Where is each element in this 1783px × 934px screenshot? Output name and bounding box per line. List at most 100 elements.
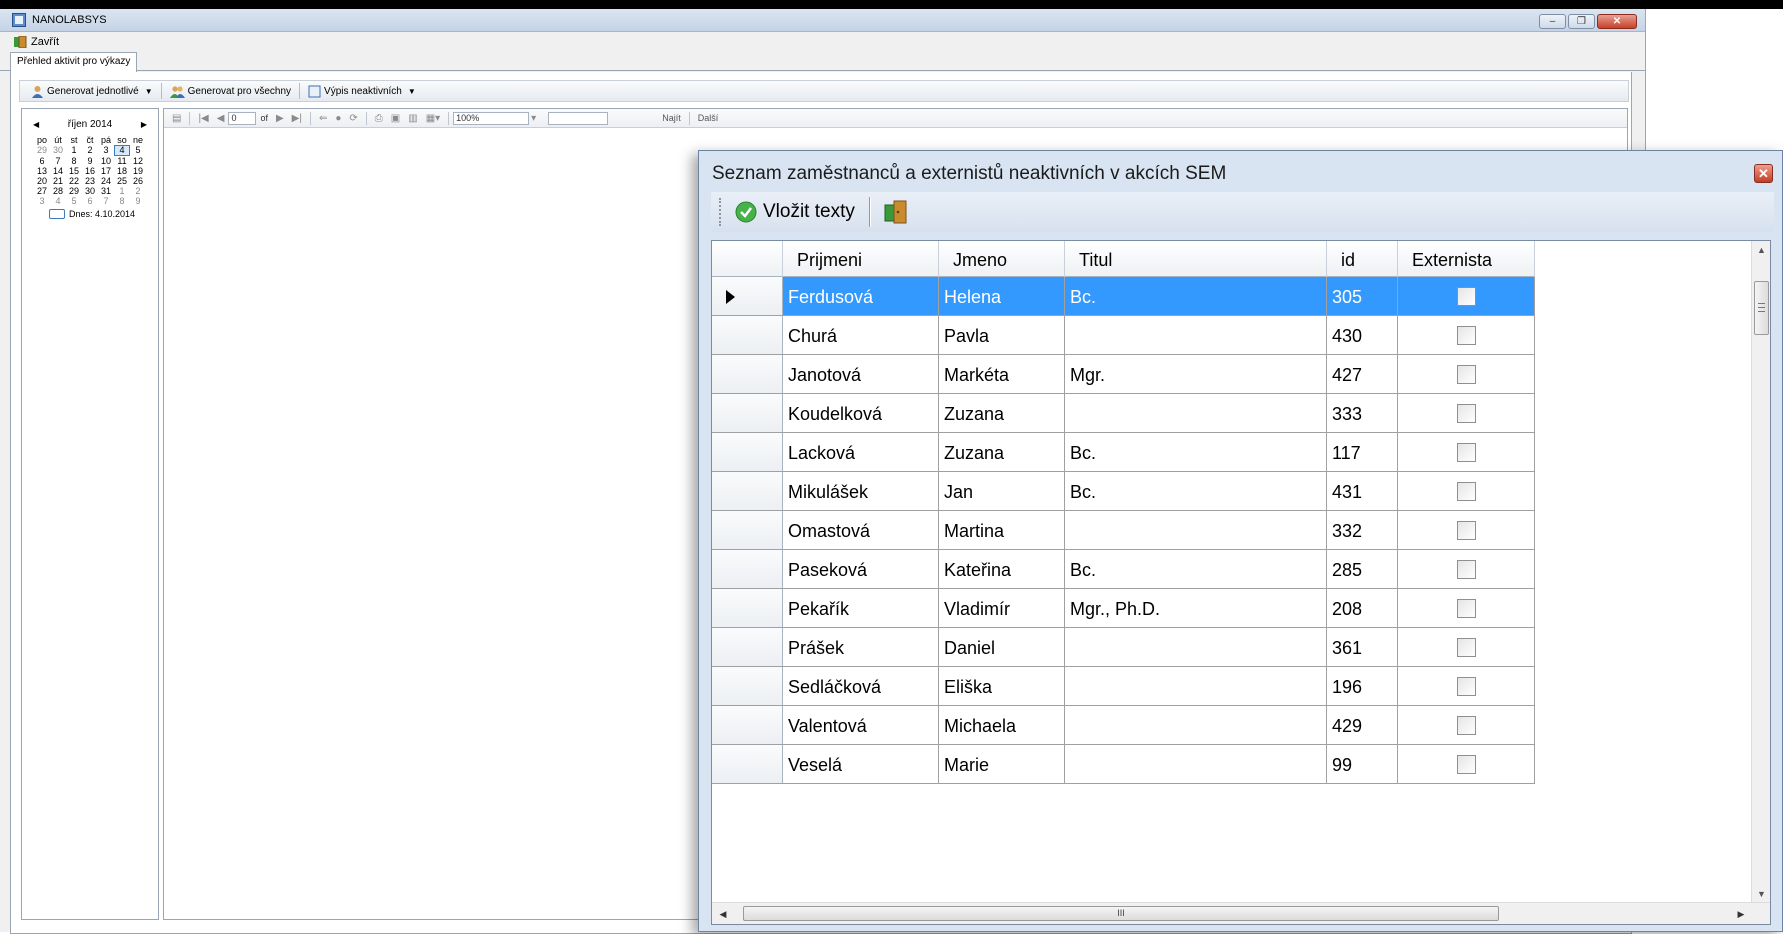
externista-checkbox[interactable]: [1456, 286, 1476, 306]
calendar-day[interactable]: 21: [50, 176, 66, 186]
externista-checkbox[interactable]: [1456, 559, 1476, 579]
calendar-day[interactable]: 14: [50, 166, 66, 176]
calendar-day[interactable]: 10: [98, 156, 114, 166]
page-number-input[interactable]: 0: [228, 111, 257, 125]
prev-page-icon[interactable]: ◀: [213, 113, 229, 124]
generate-all-button[interactable]: Generovat pro všechny: [165, 81, 296, 101]
externista-checkbox[interactable]: [1456, 481, 1476, 501]
cell-titul[interactable]: [1065, 628, 1327, 666]
calendar-day[interactable]: 17: [98, 166, 114, 176]
table-row[interactable]: Churá Pavla 430: [712, 316, 1535, 355]
calendar-day[interactable]: 8: [114, 196, 130, 206]
cell-id[interactable]: 427: [1327, 355, 1398, 393]
cell-id[interactable]: 431: [1327, 472, 1398, 510]
last-page-icon[interactable]: ▶|: [288, 113, 306, 124]
table-row[interactable]: Paseková Kateřina Bc. 285: [712, 550, 1535, 589]
back-icon[interactable]: ⇐: [315, 113, 331, 124]
row-header[interactable]: [712, 316, 783, 354]
column-header-prijmeni[interactable]: Prijmeni: [783, 241, 939, 277]
cell-jmeno[interactable]: Pavla: [939, 316, 1065, 354]
toolbar-grip[interactable]: [719, 198, 723, 226]
externista-checkbox[interactable]: [1456, 364, 1476, 384]
next-month-icon[interactable]: ▶: [141, 120, 147, 129]
cell-prijmeni[interactable]: Paseková: [783, 550, 939, 588]
calendar-day[interactable]: 9: [82, 156, 98, 166]
calendar-day[interactable]: 3: [98, 145, 114, 155]
restore-button[interactable]: ❐: [1568, 14, 1595, 29]
table-row[interactable]: Omastová Martina 332: [712, 511, 1535, 550]
row-header[interactable]: [712, 433, 783, 471]
calendar-day[interactable]: 26: [130, 176, 146, 186]
row-header[interactable]: [712, 745, 783, 783]
calendar-day[interactable]: 5: [66, 196, 82, 206]
row-header[interactable]: [712, 472, 783, 510]
cell-jmeno[interactable]: Daniel: [939, 628, 1065, 666]
cell-titul[interactable]: Bc.: [1065, 433, 1327, 471]
externista-checkbox[interactable]: [1456, 598, 1476, 618]
column-header-jmeno[interactable]: Jmeno: [939, 241, 1065, 277]
tab-activity-overview[interactable]: Přehled aktivit pro výkazy: [10, 52, 138, 72]
print-icon[interactable]: ⎙: [371, 113, 387, 124]
cell-titul[interactable]: Bc.: [1065, 472, 1327, 510]
calendar-day[interactable]: 2: [130, 186, 146, 196]
cell-jmeno[interactable]: Markéta: [939, 355, 1065, 393]
cell-id[interactable]: 333: [1327, 394, 1398, 432]
table-row[interactable]: Prášek Daniel 361: [712, 628, 1535, 667]
scroll-left-icon[interactable]: ◀: [712, 903, 734, 924]
row-header[interactable]: [712, 394, 783, 432]
externista-checkbox[interactable]: [1456, 403, 1476, 423]
stop-icon[interactable]: ●: [331, 113, 345, 124]
calendar-day[interactable]: 29: [34, 145, 50, 155]
zoom-dropdown-icon[interactable]: ▾: [527, 113, 540, 124]
cell-titul[interactable]: [1065, 667, 1327, 705]
vertical-scroll-thumb[interactable]: [1754, 281, 1769, 335]
calendar-day[interactable]: 29: [66, 186, 82, 196]
externista-checkbox[interactable]: [1456, 754, 1476, 774]
row-header[interactable]: [712, 355, 783, 393]
cell-prijmeni[interactable]: Ferdusová: [783, 277, 939, 315]
minimize-button[interactable]: –: [1539, 14, 1566, 29]
cell-prijmeni[interactable]: Koudelková: [783, 394, 939, 432]
column-header-id[interactable]: id: [1327, 241, 1398, 277]
generate-individual-button[interactable]: Generovat jednotlivé ▼: [26, 81, 158, 101]
externista-checkbox[interactable]: [1456, 637, 1476, 657]
cell-prijmeni[interactable]: Churá: [783, 316, 939, 354]
scroll-right-icon[interactable]: ▶: [1730, 903, 1752, 924]
find-input[interactable]: [548, 111, 609, 125]
horizontal-scrollbar[interactable]: ◀ III ▶: [712, 902, 1770, 924]
externista-checkbox[interactable]: [1456, 442, 1476, 462]
exit-button[interactable]: [879, 195, 913, 229]
row-header[interactable]: [712, 589, 783, 627]
cell-id[interactable]: 429: [1327, 706, 1398, 744]
cell-id[interactable]: 332: [1327, 511, 1398, 549]
cell-jmeno[interactable]: Helena: [939, 277, 1065, 315]
row-header[interactable]: [712, 667, 783, 705]
calendar-day[interactable]: 22: [66, 176, 82, 186]
cell-id[interactable]: 305: [1327, 277, 1398, 315]
first-page-icon[interactable]: |◀: [194, 113, 212, 124]
scroll-up-icon[interactable]: ▲: [1752, 241, 1770, 260]
print-layout-icon[interactable]: ▣: [387, 113, 404, 124]
next-page-icon[interactable]: ▶: [272, 113, 288, 124]
document-map-icon[interactable]: ▤: [168, 113, 185, 124]
cell-titul[interactable]: Bc.: [1065, 550, 1327, 588]
calendar-day[interactable]: 25: [114, 176, 130, 186]
cell-titul[interactable]: [1065, 706, 1327, 744]
cell-jmeno[interactable]: Eliška: [939, 667, 1065, 705]
cell-jmeno[interactable]: Kateřina: [939, 550, 1065, 588]
calendar-day[interactable]: 7: [98, 196, 114, 206]
table-row[interactable]: Janotová Markéta Mgr. 427: [712, 355, 1535, 394]
cell-prijmeni[interactable]: Veselá: [783, 745, 939, 783]
table-row[interactable]: Koudelková Zuzana 333: [712, 394, 1535, 433]
calendar-day[interactable]: 31: [98, 186, 114, 196]
cell-prijmeni[interactable]: Sedláčková: [783, 667, 939, 705]
calendar-day[interactable]: 16: [82, 166, 98, 176]
table-row[interactable]: Pekařík Vladimír Mgr., Ph.D. 208: [712, 589, 1535, 628]
cell-titul[interactable]: Mgr., Ph.D.: [1065, 589, 1327, 627]
column-header-externista[interactable]: Externista: [1398, 241, 1535, 277]
cell-prijmeni[interactable]: Mikulášek: [783, 472, 939, 510]
calendar-day[interactable]: 18: [114, 166, 130, 176]
cell-titul[interactable]: [1065, 316, 1327, 354]
horizontal-scroll-thumb[interactable]: III: [743, 906, 1499, 921]
cell-titul[interactable]: Mgr.: [1065, 355, 1327, 393]
